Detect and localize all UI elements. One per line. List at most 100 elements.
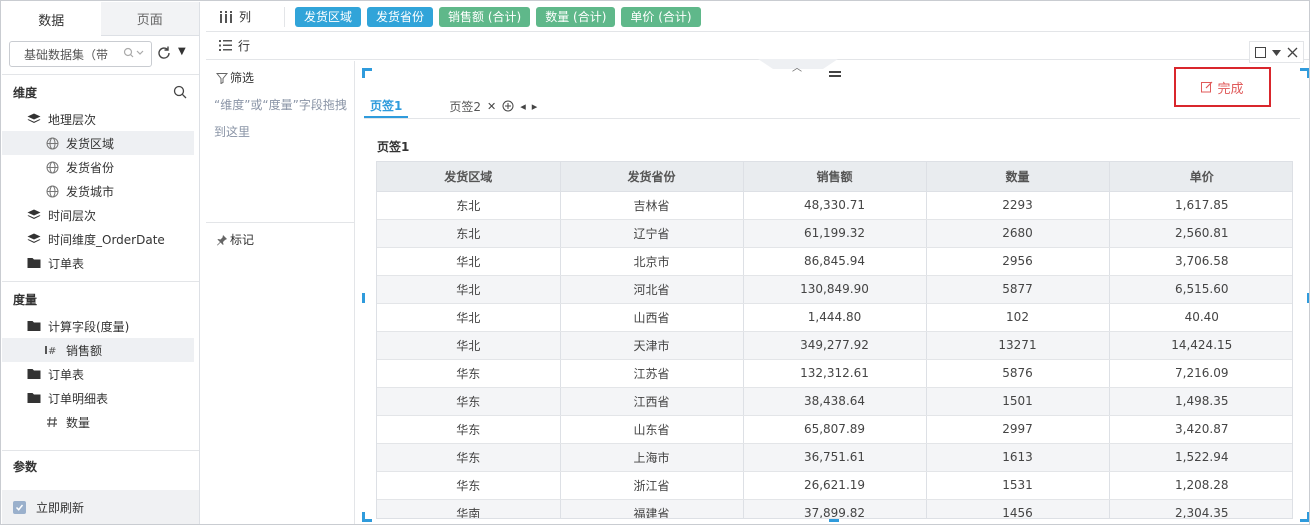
divider [284,6,285,27]
column-header[interactable]: 销售额 [743,162,927,192]
report-canvas: ︿ 完成 页签1 页签2 ✕ ◂ ▸ 页签1 发货区域 发货省份 销售额 数量 … [356,41,1309,524]
dimension-item[interactable]: 时间层次 [2,203,194,227]
close-tab-icon[interactable]: ✕ [487,100,496,113]
layers-icon [27,232,41,246]
measure-item[interactable]: 数量 [2,410,194,434]
tab-next-icon[interactable]: ▸ [532,100,538,113]
auto-refresh-row[interactable]: 立即刷新 [2,490,199,524]
column-pill[interactable]: 销售额 (合计) [439,6,531,27]
column-pill[interactable]: 发货区域 [295,6,362,27]
table-cell: 1531 [926,471,1110,500]
resize-handle[interactable] [362,512,372,522]
measure-item[interactable]: # 销售额 [2,338,194,362]
refresh-icon[interactable] [156,45,172,61]
dimension-item-label: 时间维度_OrderDate [48,232,165,247]
drag-handle-icon[interactable] [829,71,841,79]
dimension-item[interactable]: 发货城市 [2,179,194,203]
dimension-item[interactable]: 订单表 [2,251,194,275]
tab-prev-icon[interactable]: ◂ [520,100,526,113]
dimension-item-label: 时间层次 [48,208,97,223]
search-icon[interactable] [173,85,187,99]
maximize-icon[interactable] [1255,46,1266,58]
table-cell: 华北 [377,275,561,304]
dataset-search-icon [123,46,145,63]
table-cell: 2680 [926,219,1110,248]
table-row: 东北 辽宁省 61,199.32 2680 2,560.81 [377,219,1292,248]
dimension-item[interactable]: 时间维度_OrderDate [2,227,194,251]
folder-icon [27,367,41,381]
dataset-menu-icon[interactable]: ▼ [178,46,186,57]
dimension-item[interactable]: 发货区域 [2,131,194,155]
dimension-item-label: 发货区域 [66,136,115,151]
table-cell: 福建省 [560,499,744,518]
column-pill[interactable]: 单价 (合计) [621,6,701,27]
tab-data[interactable]: 数据 [2,2,101,36]
measure-item[interactable]: 订单明细表 [2,386,194,410]
column-header[interactable]: 发货区域 [377,162,561,192]
sheet-tab-2[interactable]: 页签2 ✕ ◂ ▸ [443,94,543,118]
window-controls [1249,41,1304,63]
params-title: 参数 [13,460,38,474]
globe-icon [45,136,59,150]
resize-handle[interactable] [1300,68,1309,78]
tab-page[interactable]: 页面 [100,2,199,36]
table-cell: 349,277.92 [743,331,927,360]
resize-handle[interactable] [829,519,839,522]
resize-handle[interactable] [362,293,365,303]
table-cell: 浙江省 [560,471,744,500]
measure-item-label: 数量 [66,415,91,430]
table-cell: 山西省 [560,303,744,332]
dataset-select[interactable]: 基础数据集（带 [9,41,152,67]
table-cell: 65,807.89 [743,415,927,444]
column-shelf-label: 列 [206,8,284,25]
table-cell: 上海市 [560,443,744,472]
column-pills: 发货区域 发货省份 销售额 (合计) 数量 (合计) 单价 (合计) [295,6,707,27]
filter-title: 筛选 [230,71,255,85]
dimension-item[interactable]: 地理层次 [2,107,194,131]
table-row: 华东 山东省 65,807.89 2997 3,420.87 [377,415,1292,444]
close-icon[interactable] [1287,47,1298,58]
sheet-tab-2-label: 页签2 [449,99,481,114]
table-cell: 吉林省 [560,191,744,220]
table-cell: 2997 [926,415,1110,444]
row-shelf[interactable]: 行 [206,32,1309,60]
column-pill[interactable]: 发货省份 [367,6,434,27]
table-cell: 华北 [377,303,561,332]
resize-handle[interactable] [1300,512,1309,522]
table-cell: 14,424.15 [1109,331,1292,360]
folder-icon [27,319,41,333]
hash-icon [45,415,59,429]
left-panel: 数据 页面 基础数据集（带 ▼ 维度 地理层次 发货区域 发货省份 发货城市 时间层次时… [2,2,200,524]
column-pill[interactable]: 数量 (合计) [536,6,616,27]
caret-down-icon[interactable] [1272,48,1281,57]
dimension-item[interactable]: 发货省份 [2,155,194,179]
dataset-row: 基础数据集（带 ▼ [2,36,199,72]
table-cell: 36,751.61 [743,443,927,472]
table-body: 东北 吉林省 48,330.71 2293 1,617.85 东北 辽宁省 61,199.32… [377,191,1292,518]
table-row: 华南 福建省 37,899.82 1456 2,304.35 [377,499,1292,518]
data-table[interactable]: 发货区域 发货省份 销售额 数量 单价 东北 吉林省 48,330.71 2293 1,617.… [376,161,1293,519]
filter-drop-hint[interactable]: “维度”或“度量”字段拖拽到这里 [214,92,354,146]
layers-icon [27,112,41,126]
table-cell: 102 [926,303,1110,332]
table-widget[interactable]: 完成 页签1 页签2 ✕ ◂ ▸ 页签1 发货区域发货省份销售额数量单价 [362,67,1309,522]
auto-refresh-checkbox[interactable] [13,500,26,514]
column-header[interactable]: 发货省份 [560,162,744,192]
table-cell: 13271 [926,331,1110,360]
column-header[interactable]: 单价 [1109,162,1292,192]
column-header[interactable]: 数量 [926,162,1110,192]
table-cell: 1,617.85 [1109,191,1292,220]
measure-item[interactable]: 订单表 [2,362,194,386]
row-shelf-label: 行 [206,37,284,54]
resize-handle[interactable] [362,68,372,78]
table-row: 华东 浙江省 26,621.19 1531 1,208.28 [377,471,1292,500]
measure-item[interactable]: 计算字段(度量) [2,314,194,338]
sheet-tab-1[interactable]: 页签1 [364,94,409,118]
measure-list: 计算字段(度量)#销售额订单表订单明细表数量折扣 [2,314,199,434]
table-row: 华北 河北省 130,849.90 5877 6,515.60 [377,275,1292,304]
add-tab-icon[interactable] [502,100,514,112]
mark-title: 标记 [230,233,255,247]
auto-refresh-label: 立即刷新 [36,500,85,515]
table-cell: 48,330.71 [743,191,927,220]
column-shelf[interactable]: 列 发货区域 发货省份 销售额 (合计) 数量 (合计) 单价 (合计) [206,2,1309,32]
